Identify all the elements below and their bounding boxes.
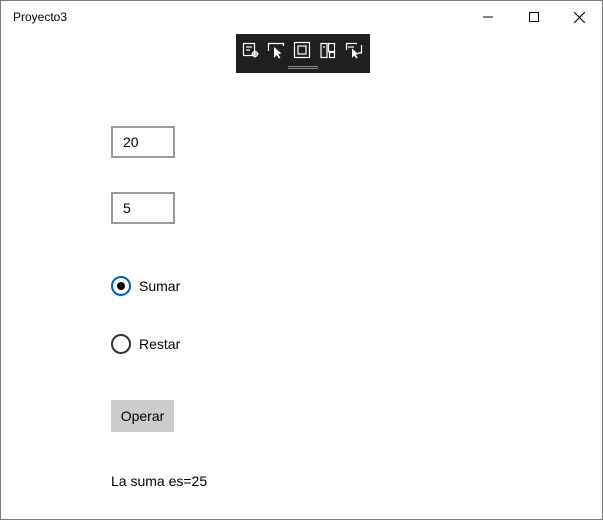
operate-button[interactable]: Operar xyxy=(111,400,174,432)
close-icon xyxy=(573,11,585,23)
select-element-icon[interactable] xyxy=(267,41,287,61)
track-focus-icon[interactable] xyxy=(319,41,339,61)
maximize-button[interactable] xyxy=(511,1,557,33)
minimize-button[interactable] xyxy=(465,1,511,33)
radio-sumar[interactable]: Sumar xyxy=(111,276,180,296)
app-window: Proyecto3 20 5 Sumar Restar Operar La su… xyxy=(0,0,603,520)
number2-field-box[interactable] xyxy=(111,192,175,224)
window-title: Proyecto3 xyxy=(13,10,68,24)
result-text: La suma es=25 xyxy=(111,473,208,489)
title-bar[interactable]: Proyecto3 xyxy=(1,1,602,33)
radio-sumar-indicator[interactable] xyxy=(111,276,131,296)
radio-restar[interactable]: Restar xyxy=(111,334,180,354)
maximize-icon xyxy=(529,12,539,22)
live-visual-tree-icon[interactable] xyxy=(242,41,262,61)
display-layout-adorners-icon[interactable] xyxy=(293,41,313,61)
radio-restar-indicator[interactable] xyxy=(111,334,131,354)
number1-field[interactable] xyxy=(113,128,173,156)
number1-field-box[interactable] xyxy=(111,126,175,158)
minimize-icon xyxy=(483,12,493,22)
number2-field[interactable] xyxy=(113,194,173,222)
close-button[interactable] xyxy=(556,1,602,33)
toolbar-grip[interactable] xyxy=(288,66,318,69)
radio-sumar-label[interactable]: Sumar xyxy=(139,278,180,294)
radio-restar-label[interactable]: Restar xyxy=(139,336,180,352)
preview-selection-icon[interactable] xyxy=(345,41,365,61)
xaml-debug-toolbar xyxy=(236,34,370,73)
